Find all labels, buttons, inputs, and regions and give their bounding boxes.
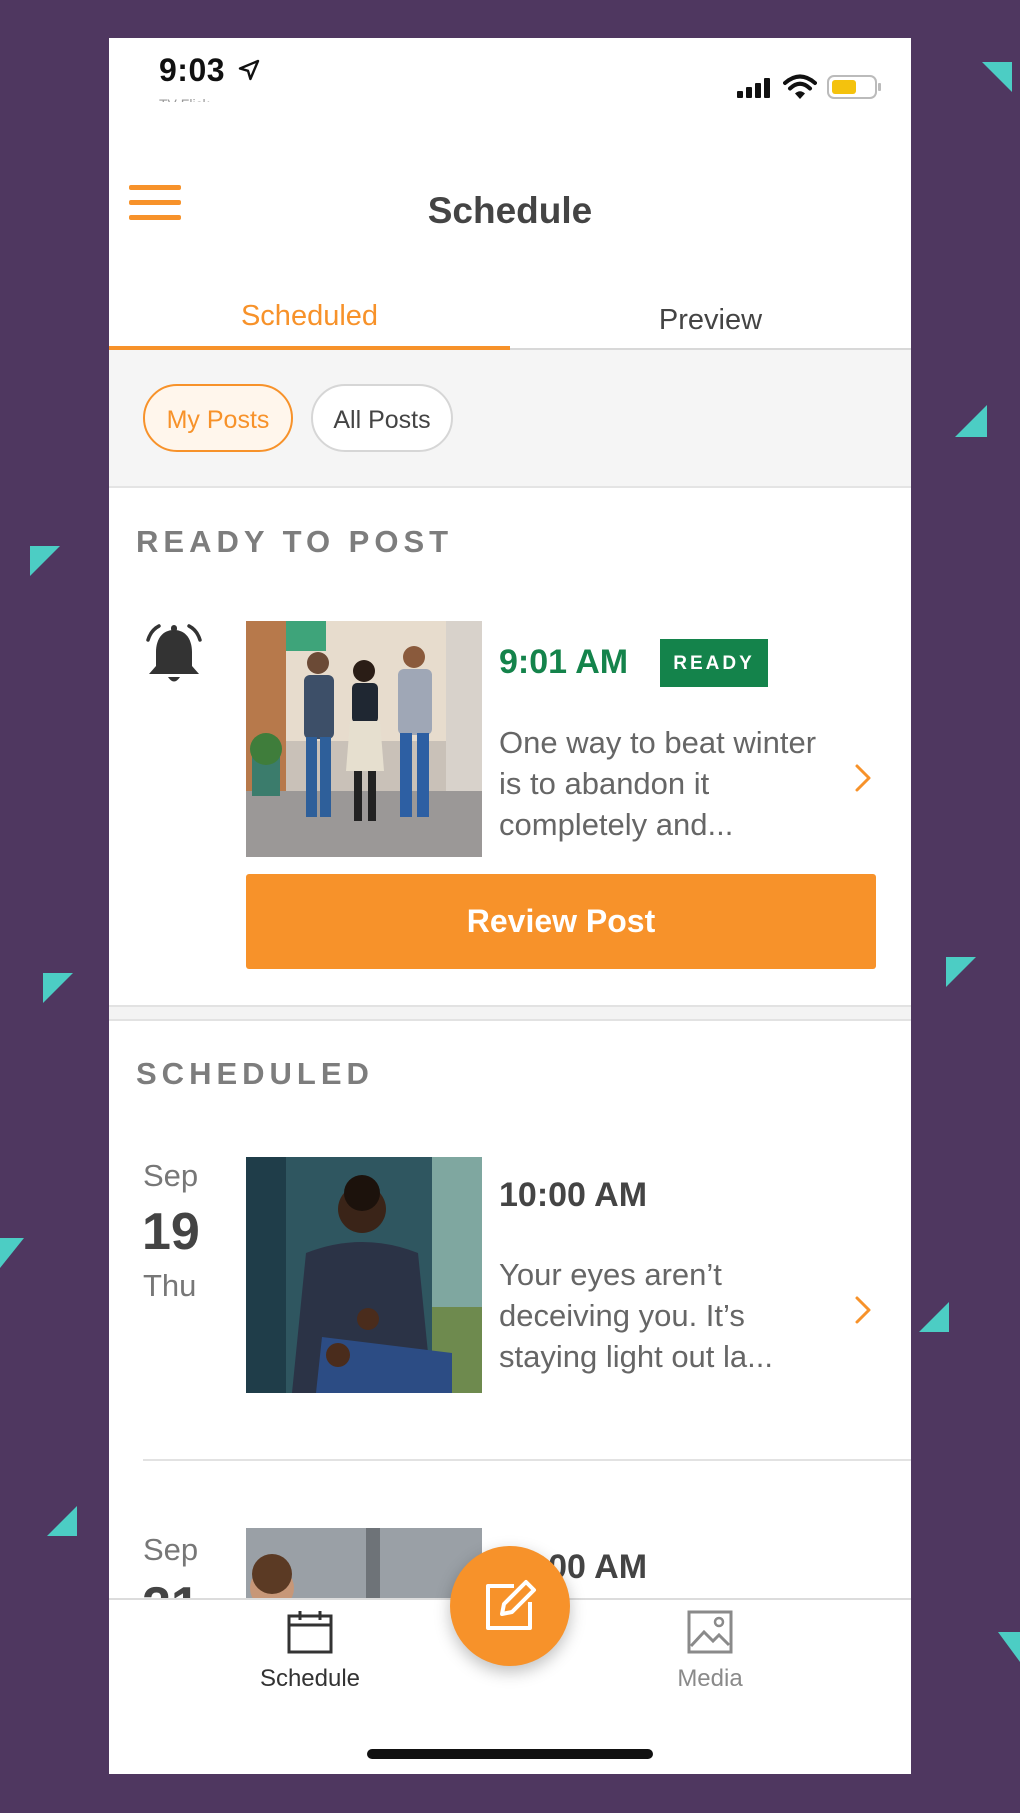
- decor-triangle: [47, 1506, 77, 1536]
- decor-triangle: [30, 546, 60, 576]
- phone-screen: 9:03 TV Flick Schedule Scheduled: [109, 38, 911, 1774]
- row-divider: [143, 1459, 911, 1461]
- post-thumbnail-image[interactable]: [246, 1157, 482, 1393]
- battery-icon: [827, 75, 881, 99]
- filter-bar: My Posts All Posts: [109, 350, 911, 488]
- tab-scheduled[interactable]: Scheduled: [109, 278, 510, 350]
- scheduled-post-excerpt: Your eyes aren’t deceiving you. It’s sta…: [499, 1257, 773, 1374]
- filter-my-posts[interactable]: My Posts: [143, 384, 293, 452]
- navigation-bar: Schedule: [109, 158, 911, 258]
- date-month: Sep: [143, 1158, 199, 1193]
- ready-post-time: 9:01 AM: [499, 643, 629, 681]
- date-weekday: Thu: [143, 1268, 197, 1303]
- status-bar: 9:03 TV Flick: [109, 38, 911, 108]
- chevron-right-icon[interactable]: [854, 762, 872, 794]
- status-sub-label: TV Flick: [159, 96, 259, 102]
- image-icon: [687, 1610, 733, 1654]
- scheduled-section-title: SCHEDULED: [136, 1056, 374, 1091]
- scheduled-post-time: 10:00 AM: [499, 1176, 648, 1214]
- compose-post-button[interactable]: [450, 1546, 570, 1666]
- decor-triangle: [982, 62, 1012, 92]
- bottom-tab-label: Media: [677, 1665, 743, 1692]
- decor-triangle: [955, 405, 987, 437]
- home-indicator: [367, 1749, 653, 1759]
- location-arrow-icon: [238, 59, 260, 81]
- page-title: Schedule: [427, 190, 593, 231]
- decor-triangle: [43, 973, 73, 1003]
- decor-triangle: [919, 1302, 949, 1332]
- filter-all-posts[interactable]: All Posts: [311, 384, 453, 452]
- section-divider: [109, 1005, 911, 1021]
- date-month: Sep: [143, 1532, 199, 1567]
- bottom-tab-media[interactable]: Media: [610, 1610, 810, 1693]
- status-time: 9:03: [159, 52, 226, 88]
- bottom-tab-schedule[interactable]: Schedule: [210, 1610, 410, 1693]
- wifi-icon: [783, 74, 817, 99]
- bottom-tab-label: Schedule: [259, 1665, 361, 1692]
- ready-section-title: READY TO POST: [136, 524, 454, 559]
- signal-icon: [737, 78, 770, 98]
- tab-bar-top: Scheduled Preview: [109, 278, 911, 351]
- decor-triangle: [0, 1238, 24, 1268]
- review-post-button[interactable]: Review Post: [246, 874, 876, 969]
- date-day: 19: [142, 1203, 200, 1261]
- compose-icon: [486, 1580, 536, 1630]
- tab-preview[interactable]: Preview: [510, 278, 911, 350]
- post-thumbnail-image[interactable]: [246, 621, 482, 857]
- calendar-icon: [287, 1611, 333, 1654]
- ready-post-excerpt: One way to beat winter is to abandon it …: [499, 725, 817, 842]
- chevron-right-icon[interactable]: [854, 1294, 872, 1326]
- ready-badge: READY: [660, 639, 768, 687]
- alarm-bell-icon: [146, 624, 202, 682]
- decor-triangle: [946, 957, 976, 987]
- decor-triangle: [998, 1632, 1020, 1662]
